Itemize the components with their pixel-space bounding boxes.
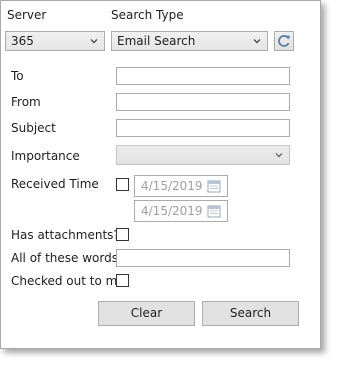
- calendar-icon[interactable]: [207, 204, 221, 218]
- server-select[interactable]: 365: [5, 31, 105, 51]
- chevron-down-icon: [253, 39, 261, 44]
- date-from-picker[interactable]: 4/15/2019: [134, 175, 228, 197]
- subject-field[interactable]: [116, 119, 290, 137]
- search-type-label: Search Type: [111, 8, 184, 22]
- search-type-select-value: Email Search: [117, 34, 196, 48]
- subject-label: Subject: [11, 121, 56, 135]
- search-button[interactable]: Search: [202, 301, 299, 326]
- refresh-button[interactable]: [274, 31, 294, 51]
- chevron-down-icon: [90, 39, 98, 44]
- search-type-select[interactable]: Email Search: [111, 31, 268, 51]
- checked-out-checkbox[interactable]: [116, 274, 129, 287]
- date-to-value: 4/15/2019: [141, 204, 203, 218]
- from-label: From: [11, 95, 41, 109]
- chevron-down-icon: [275, 153, 283, 158]
- date-from-value: 4/15/2019: [141, 179, 203, 193]
- all-words-field[interactable]: [116, 249, 290, 267]
- has-attachments-label: Has attachments?: [11, 228, 120, 242]
- to-field[interactable]: [116, 67, 290, 85]
- received-time-checkbox[interactable]: [116, 178, 129, 191]
- search-panel: Server Search Type 365 Email Search To F…: [0, 0, 321, 349]
- importance-select[interactable]: [116, 145, 290, 165]
- clear-button[interactable]: Clear: [98, 301, 195, 326]
- refresh-icon: [278, 35, 290, 47]
- all-words-label: All of these words: [11, 251, 118, 265]
- checked-out-label: Checked out to me: [11, 274, 125, 288]
- importance-label: Importance: [11, 149, 80, 163]
- to-label: To: [11, 69, 24, 83]
- server-select-value: 365: [11, 34, 34, 48]
- from-field[interactable]: [116, 93, 290, 111]
- calendar-icon[interactable]: [207, 179, 221, 193]
- has-attachments-checkbox[interactable]: [116, 228, 129, 241]
- date-to-picker[interactable]: 4/15/2019: [134, 200, 228, 222]
- received-time-label: Received Time: [11, 177, 99, 191]
- server-label: Server: [7, 8, 47, 22]
